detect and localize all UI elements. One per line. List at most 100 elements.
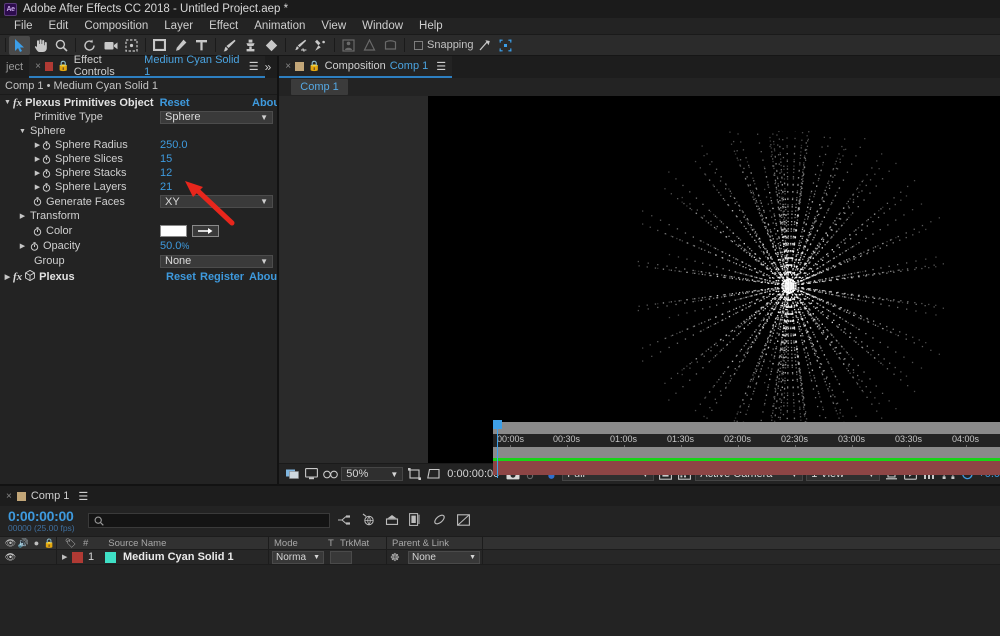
param-sphere-radius[interactable]: Sphere Radius 250.0 <box>0 138 277 152</box>
param-primitive-type[interactable]: Primitive Type Sphere ▼ <box>0 110 277 124</box>
subtab-comp-1[interactable]: Comp 1 <box>291 79 348 95</box>
snapping-toggle[interactable]: Snapping <box>414 39 474 51</box>
camera-tool-icon[interactable] <box>100 36 121 55</box>
disclosure-triangle-icon[interactable] <box>33 183 42 191</box>
param-color[interactable]: Color <box>0 223 277 239</box>
disclosure-triangle-icon[interactable] <box>33 141 42 149</box>
composition-mini-flowchart-icon[interactable] <box>336 512 351 527</box>
clone-stamp-tool-icon[interactable] <box>240 36 261 55</box>
layer-duration-bar[interactable] <box>493 461 1000 475</box>
mode-header[interactable]: Mode <box>274 538 298 549</box>
plexus-about-link[interactable]: About... <box>249 271 277 283</box>
menu-composition[interactable]: Composition <box>76 19 156 33</box>
effect-header-plexus-primitives[interactable]: fx Plexus Primitives Object Reset About. <box>0 95 277 110</box>
align-layers-icon[interactable] <box>338 36 359 55</box>
sphere-slices-value[interactable]: 15 <box>160 153 172 165</box>
mask-vertex-icon[interactable] <box>359 36 380 55</box>
lock-icon[interactable]: 🔒 <box>57 61 69 72</box>
param-generate-faces[interactable]: Generate Faces XY ▼ <box>0 194 277 209</box>
param-opacity[interactable]: Opacity 50.0% <box>0 239 277 253</box>
rotation-tool-icon[interactable] <box>79 36 100 55</box>
menu-layer[interactable]: Layer <box>156 19 201 33</box>
close-icon[interactable]: × <box>6 491 12 502</box>
snapping-checkbox[interactable] <box>414 41 423 50</box>
menu-help[interactable]: Help <box>411 19 451 33</box>
primitive-type-dropdown[interactable]: Sphere ▼ <box>160 111 273 124</box>
hand-tool-icon[interactable] <box>30 36 51 55</box>
panel-menu-icon[interactable]: ☰ <box>436 60 446 73</box>
source-name-header[interactable]: Source Name <box>108 538 166 549</box>
stopwatch-icon[interactable] <box>42 183 51 192</box>
timeline-ruler-area[interactable]: 00:00s 00:30s 01:00s 01:30s 02:00s 02:30… <box>493 408 1000 560</box>
param-sphere-layers[interactable]: Sphere Layers 21 <box>0 180 277 194</box>
param-sphere-stacks[interactable]: Sphere Stacks 12 <box>0 166 277 180</box>
shape-tool-icon[interactable] <box>149 36 170 55</box>
disclosure-triangle-icon[interactable] <box>18 212 27 220</box>
viewer-timecode[interactable]: 0:00:00:00 <box>447 468 499 480</box>
parent-link-header[interactable]: Parent & Link <box>392 538 449 549</box>
param-group-sphere[interactable]: Sphere <box>0 124 277 138</box>
close-icon[interactable]: × <box>35 61 41 72</box>
hide-shy-layers-icon[interactable] <box>456 512 471 527</box>
motion-blur-icon[interactable] <box>384 512 399 527</box>
effect-about-link[interactable]: About. <box>252 97 277 109</box>
stopwatch-icon[interactable] <box>42 141 51 150</box>
panel-menu-icon[interactable]: ☰ <box>249 60 259 73</box>
effect-reset-link[interactable]: Reset <box>160 97 190 109</box>
disclosure-triangle-icon[interactable] <box>18 242 27 250</box>
pan-behind-tool-icon[interactable] <box>121 36 142 55</box>
eyedropper-icon[interactable] <box>192 225 219 237</box>
layer-name[interactable]: Medium Cyan Solid 1 <box>123 551 234 563</box>
group-dropdown[interactable]: None ▼ <box>160 255 273 268</box>
menu-window[interactable]: Window <box>354 19 411 33</box>
timeline-time-display[interactable]: 0:00:00:00 00000 (25.00 fps) <box>8 510 75 533</box>
snap-bounds-icon[interactable] <box>495 36 516 55</box>
region-of-interest-icon[interactable] <box>406 466 422 482</box>
sphere-radius-value[interactable]: 250.0 <box>160 139 188 151</box>
sphere-stacks-value[interactable]: 12 <box>160 167 172 179</box>
disclosure-triangle-icon[interactable] <box>33 155 42 163</box>
toggle-3d-view-icon[interactable] <box>322 466 338 482</box>
layer-trkmat-select[interactable] <box>330 551 352 564</box>
current-time-indicator[interactable] <box>493 420 502 478</box>
close-icon[interactable]: × <box>285 61 291 72</box>
stopwatch-icon[interactable] <box>33 227 42 236</box>
effect-controls-tab[interactable]: × 🔒 Effect Controls Medium Cyan Solid 1 … <box>29 56 264 78</box>
disclosure-triangle-icon[interactable] <box>3 99 12 106</box>
roto-brush-tool-icon[interactable] <box>289 36 310 55</box>
selection-tool-icon[interactable] <box>9 36 30 55</box>
timeline-ruler[interactable]: 00:00s 00:30s 01:00s 01:30s 02:00s 02:30… <box>493 434 1000 447</box>
grid-guides-icon[interactable] <box>425 466 441 482</box>
stopwatch-icon[interactable] <box>33 197 42 206</box>
stopwatch-icon[interactable] <box>42 169 51 178</box>
menu-edit[interactable]: Edit <box>41 19 77 33</box>
project-tab[interactable]: ject <box>0 61 29 73</box>
trkmat-t-header[interactable]: T <box>328 538 334 549</box>
work-area-bar-bottom[interactable] <box>493 447 1000 458</box>
param-sphere-slices[interactable]: Sphere Slices 15 <box>0 152 277 166</box>
overflow-chevron-icon[interactable]: » <box>265 60 272 74</box>
layer-visibility-toggle-icon[interactable]: 👁 <box>4 552 17 563</box>
menu-view[interactable]: View <box>313 19 354 33</box>
draft-3d-icon[interactable] <box>360 512 375 527</box>
work-area-bar-top[interactable] <box>493 422 1000 434</box>
param-group-select[interactable]: Group None ▼ <box>0 253 277 269</box>
current-time[interactable]: 0:00:00:00 <box>8 510 75 523</box>
brush-tool-icon[interactable] <box>219 36 240 55</box>
stopwatch-icon[interactable] <box>42 155 51 164</box>
menu-animation[interactable]: Animation <box>246 19 313 33</box>
free-transform-icon[interactable] <box>380 36 401 55</box>
puppet-pin-tool-icon[interactable] <box>310 36 331 55</box>
text-tool-icon[interactable] <box>191 36 212 55</box>
effect-header-plexus[interactable]: fx Plexus Reset Register About... <box>0 269 277 284</box>
zoom-tool-icon[interactable] <box>51 36 72 55</box>
opacity-value[interactable]: 50.0% <box>160 240 189 252</box>
pen-tool-icon[interactable] <box>170 36 191 55</box>
layer-blend-mode-select[interactable]: Norma ▼ <box>272 551 324 564</box>
panel-menu-icon[interactable]: ☰ <box>78 490 88 503</box>
menu-file[interactable]: File <box>6 19 41 33</box>
zoom-level-select[interactable]: 50% ▼ <box>341 467 403 481</box>
disclosure-triangle-icon[interactable] <box>3 273 12 281</box>
snap-magnet-icon[interactable] <box>474 36 495 55</box>
trkmat-header[interactable]: TrkMat <box>340 538 369 549</box>
